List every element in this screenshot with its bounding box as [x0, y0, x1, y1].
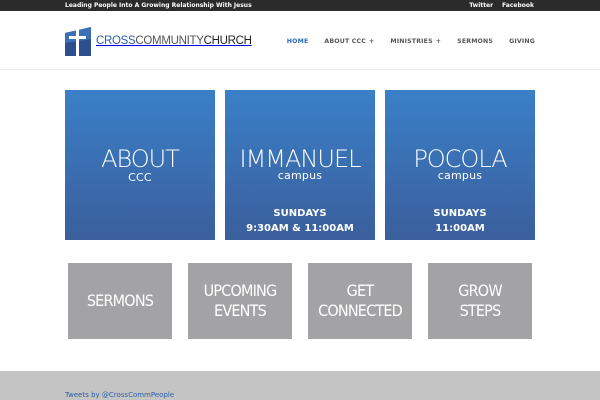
tile-label: SERMONS: [86, 291, 154, 310]
get-connected-tile[interactable]: GET CONNECTED: [308, 263, 412, 339]
tweets-link[interactable]: Tweets by @CrossCommPeople: [65, 391, 174, 399]
footer: Tweets by @CrossCommPeople: [0, 371, 600, 400]
twitter-link[interactable]: Twitter: [469, 1, 493, 10]
tile-label: GET CONNECTED: [318, 281, 403, 320]
site-logo[interactable]: CROSSCOMMUNITYCHURCH: [65, 26, 252, 56]
sermons-tile[interactable]: SERMONS: [68, 263, 172, 339]
service-times: 11:00AM: [435, 223, 485, 234]
tile-subtitle: campus: [437, 169, 483, 182]
nav-home[interactable]: HOME: [287, 38, 309, 45]
service-day: SUNDAYS: [433, 208, 487, 219]
nav-ministries[interactable]: MINISTRIES +: [390, 38, 441, 45]
grow-steps-tile[interactable]: GROW STEPS: [428, 263, 532, 339]
logo-wordmark: CROSSCOMMUNITYCHURCH: [96, 35, 252, 47]
plus-icon: +: [369, 38, 375, 45]
social-links: Twitter Facebook: [469, 1, 534, 10]
top-bar: Leading People Into A Growing Relationsh…: [0, 0, 600, 11]
tile-label: UPCOMING EVENTS: [203, 281, 278, 320]
nav-sermons[interactable]: SERMONS: [457, 38, 493, 45]
upcoming-events-tile[interactable]: UPCOMING EVENTS: [188, 263, 292, 339]
tile-label: GROW STEPS: [458, 281, 502, 320]
cross-logo-icon: [65, 26, 91, 56]
plus-icon: +: [435, 38, 442, 45]
tile-subtitle: CCC: [128, 171, 152, 184]
service-day: SUNDAYS: [273, 208, 327, 219]
facebook-link[interactable]: Facebook: [502, 1, 534, 10]
immanuel-campus-tile[interactable]: IMMANUEL campus SUNDAYS 9:30AM & 11:00AM: [225, 90, 375, 240]
nav-giving[interactable]: GIVING: [509, 38, 535, 45]
site-header: CROSSCOMMUNITYCHURCH HOME ABOUT CCC + MIN…: [0, 11, 600, 70]
about-ccc-tile[interactable]: ABOUT CCC: [65, 90, 215, 240]
tile-title: ABOUT: [101, 145, 180, 173]
main-nav: HOME ABOUT CCC + MINISTRIES + SERMONS GIVI…: [287, 38, 535, 45]
pocola-campus-tile[interactable]: POCOLA campus SUNDAYS 11:00AM: [385, 90, 535, 240]
service-times: 9:30AM & 11:00AM: [246, 223, 354, 234]
nav-about-ccc[interactable]: ABOUT CCC +: [324, 38, 374, 45]
tagline: Leading People Into A Growing Relationsh…: [65, 2, 252, 9]
tile-subtitle: campus: [277, 169, 323, 182]
